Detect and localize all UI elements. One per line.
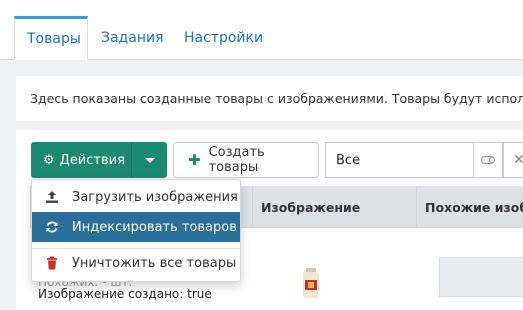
trash-icon: [44, 256, 60, 270]
create-products-label: Создать товары: [208, 145, 265, 175]
filter-select[interactable]: Все: [325, 142, 473, 178]
filter-toggle[interactable]: [473, 142, 503, 178]
caret-down-icon: [144, 157, 155, 163]
product-thumbnail[interactable]: [300, 268, 322, 298]
actions-dropdown-toggle[interactable]: [131, 142, 167, 178]
tab-settings[interactable]: Настройки: [172, 16, 275, 60]
image-created-text: Изображение создано: true: [38, 287, 212, 301]
info-notice: Здесь показаны созданные товары с изобра…: [16, 76, 523, 121]
menu-item-destroy-label: Уничтожить все товары: [72, 255, 237, 271]
menu-item-index-products[interactable]: Индексировать товаров: [32, 212, 240, 242]
column-header-image[interactable]: Изображение: [252, 186, 416, 228]
tab-products[interactable]: Товары: [14, 16, 88, 60]
menu-item-index-label: Индексировать товаров: [72, 219, 237, 235]
actions-button[interactable]: ⚙ Действия: [31, 142, 131, 178]
menu-item-destroy-all[interactable]: Уничтожить все товары: [32, 248, 240, 278]
tabs-bar: Товары Задания Настройки: [0, 0, 523, 60]
similar-image-thumbnail[interactable]: [439, 257, 523, 297]
filter-clear-button[interactable]: ✕: [503, 142, 523, 178]
actions-button-label: Действия: [59, 152, 125, 168]
plus-icon: ✚: [188, 151, 201, 169]
actions-button-group: ⚙ Действия: [31, 142, 167, 178]
close-icon: ✕: [513, 152, 523, 168]
refresh-icon: [44, 220, 60, 234]
tab-tasks[interactable]: Задания: [89, 16, 176, 60]
toggle-icon: [481, 156, 495, 164]
gears-icon: ⚙: [43, 152, 55, 168]
menu-item-upload-images[interactable]: Загрузить изображения: [32, 182, 240, 212]
upload-icon: [44, 190, 60, 204]
column-header-similar[interactable]: Похожие изобраз: [416, 186, 523, 228]
menu-item-upload-label: Загрузить изображения: [72, 189, 238, 205]
actions-dropdown-menu: Загрузить изображения Индексировать това…: [31, 179, 241, 282]
create-products-button[interactable]: ✚ Создать товары: [173, 142, 319, 178]
